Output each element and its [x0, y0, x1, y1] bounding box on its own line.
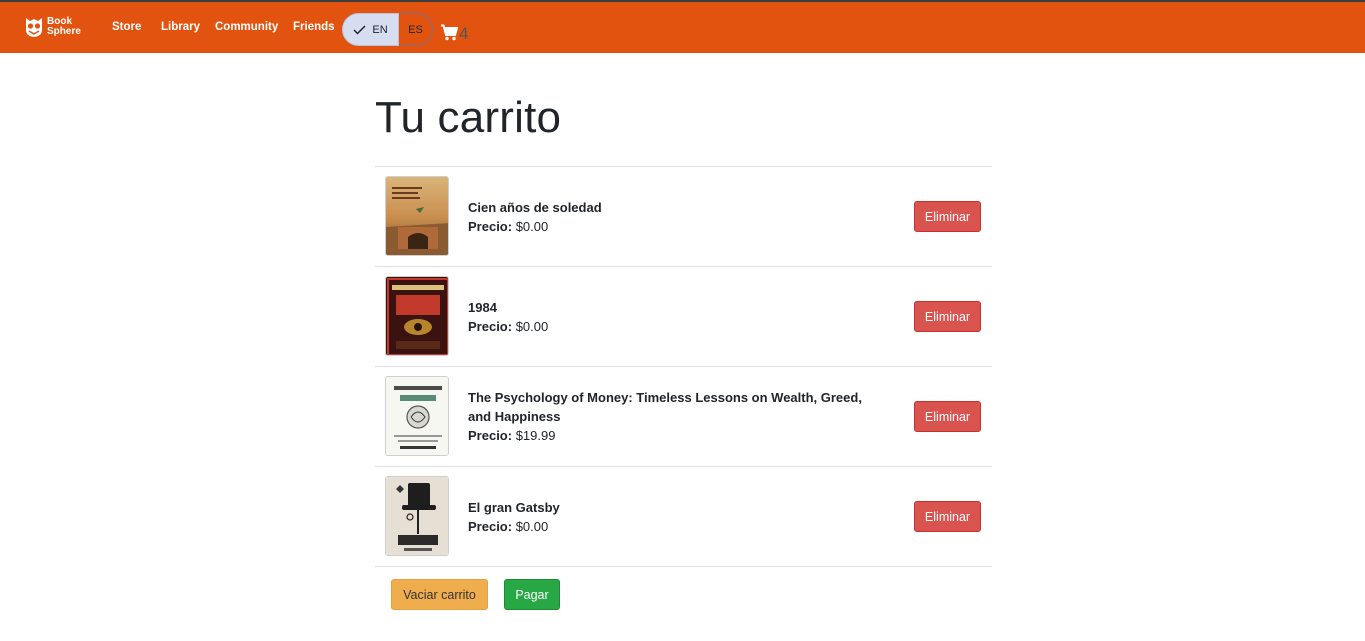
- price-label: Precio:: [468, 518, 513, 534]
- nav-link-friends[interactable]: Friends: [293, 21, 335, 33]
- brand-logo[interactable]: Book Sphere: [24, 16, 81, 38]
- language-en-label: EN: [372, 23, 388, 36]
- cart-item-list: Cien años de soledad Precio: $0.00 Elimi…: [375, 166, 992, 567]
- cart-button[interactable]: 4: [440, 20, 468, 44]
- price-value: $0.00: [515, 318, 549, 334]
- price-label: Precio:: [468, 218, 513, 234]
- nav-link-community[interactable]: Community: [215, 21, 278, 33]
- language-es-label: ES: [408, 23, 423, 36]
- nav-link-store[interactable]: Store: [112, 21, 141, 33]
- owl-logo-icon: [26, 18, 42, 37]
- cart-count-badge: 4: [459, 24, 469, 43]
- price-value: $19.99: [515, 428, 556, 443]
- remove-item-button[interactable]: Eliminar: [914, 501, 981, 532]
- cart-item-price: Precio: $0.00: [468, 217, 888, 236]
- cart-item-title: 1984: [468, 299, 497, 315]
- book-cover-1984[interactable]: [385, 276, 449, 356]
- remove-item-button[interactable]: Eliminar: [914, 301, 981, 332]
- cart-item: Cien años de soledad Precio: $0.00 Elimi…: [375, 167, 992, 267]
- cart-item-info: The Psychology of Money: Timeless Lesson…: [468, 367, 888, 466]
- page-title: Tu carrito: [375, 93, 562, 142]
- book-cover-cien-anos[interactable]: [385, 176, 449, 256]
- cart-item-info: Cien años de soledad Precio: $0.00: [468, 167, 888, 266]
- cart-item: El gran Gatsby Precio: $0.00 Eliminar: [375, 467, 992, 567]
- shopping-cart-icon: [441, 24, 458, 40]
- cart-item-price: Precio: $0.00: [468, 517, 888, 536]
- language-toggle: EN ES: [342, 13, 433, 46]
- cart-item-info: El gran Gatsby Precio: $0.00: [468, 467, 888, 566]
- cart-item-title: Cien años de soledad: [468, 199, 602, 215]
- top-navbar: Book Sphere Store Library Community Frie…: [0, 0, 1365, 53]
- book-cover-gran-gatsby[interactable]: [385, 476, 449, 556]
- cart-item: 1984 Precio: $0.00 Eliminar: [375, 267, 992, 367]
- remove-item-button[interactable]: Eliminar: [914, 201, 981, 232]
- cart-item: The Psychology of Money: Timeless Lesson…: [375, 367, 992, 467]
- price-value: $0.00: [515, 218, 549, 234]
- cart-item-price: Precio: $0.00: [468, 317, 888, 336]
- language-option-es[interactable]: ES: [399, 13, 433, 46]
- book-cover-psychology-of-money[interactable]: [385, 376, 449, 456]
- cart-item-title: The Psychology of Money: Timeless Lesson…: [468, 390, 862, 424]
- check-icon: [353, 24, 366, 35]
- cart-item-title: El gran Gatsby: [468, 499, 560, 515]
- language-option-en[interactable]: EN: [342, 13, 399, 46]
- price-label: Precio:: [468, 318, 513, 334]
- brand-name: Book Sphere: [47, 16, 81, 37]
- clear-cart-button[interactable]: Vaciar carrito: [391, 579, 488, 610]
- nav-link-library[interactable]: Library: [161, 21, 200, 33]
- remove-item-button[interactable]: Eliminar: [914, 401, 981, 432]
- cart-item-info: 1984 Precio: $0.00: [468, 267, 888, 366]
- price-value: $0.00: [515, 518, 549, 534]
- pay-button[interactable]: Pagar: [504, 579, 560, 610]
- price-label: Precio:: [468, 428, 513, 443]
- cart-item-price: Precio: $19.99: [468, 426, 888, 445]
